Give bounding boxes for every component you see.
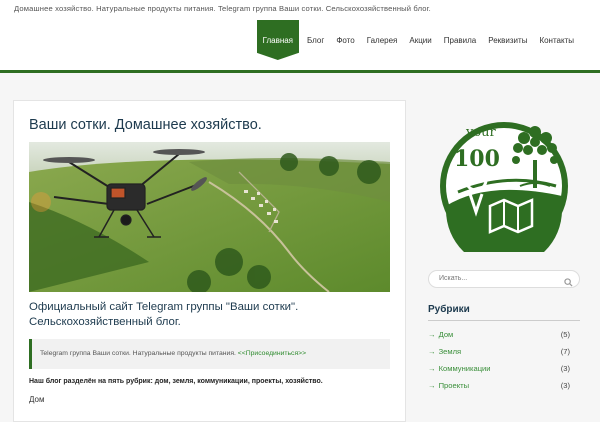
post-subtitle: Официальный сайт Telegram группы "Ваши с… (29, 301, 299, 328)
arrow-right-icon: → (428, 347, 436, 356)
category-label: Проекты (438, 381, 470, 390)
site-header: Домашнее хозяйство. Натуральные продукты… (0, 0, 600, 73)
quote-text: Telegram группа Ваши сотки. Натуральные … (40, 350, 236, 357)
post-card: Ваши сотки. Домашнее хозяйство. Официаль… (13, 100, 406, 422)
nav-item-contacts[interactable]: Контакты (535, 20, 578, 60)
arrow-right-icon: → (428, 330, 436, 339)
category-label: Дом (438, 330, 454, 339)
category-count: (5) (560, 330, 570, 339)
search-input[interactable] (437, 274, 559, 283)
nav-item-gallery[interactable]: Галерея (363, 20, 402, 60)
search-box (428, 270, 580, 288)
hero-image (29, 142, 390, 292)
nav-item-requisites[interactable]: Реквизиты (484, 20, 531, 60)
category-label: Земля (438, 347, 462, 356)
join-link[interactable]: <<Присоединиться>> (238, 350, 306, 357)
main-nav: Главная Блог Фото Галерея Акции Правила … (253, 20, 578, 60)
post-rubrics-text: Наш блог разделён на пять рубрик: дом, з… (29, 378, 323, 385)
logo-graphic: your 100 (440, 122, 568, 268)
nav-item-home[interactable]: Главная (256, 20, 300, 60)
nav-item-rules[interactable]: Правила (440, 20, 480, 60)
arrow-right-icon: → (428, 381, 436, 390)
category-item[interactable]: → Проекты (3) (428, 381, 570, 398)
nav-item-blog[interactable]: Блог (303, 20, 328, 60)
drone-landscape-illustration (29, 142, 390, 292)
sidebar-title: Рубрики (428, 304, 470, 315)
site-tagline: Домашнее хозяйство. Натуральные продукты… (14, 4, 431, 13)
search-icon[interactable] (564, 274, 573, 292)
category-item[interactable]: → Земля (7) (428, 347, 570, 364)
logo-word: your (465, 125, 497, 140)
nav-item-photo[interactable]: Фото (332, 20, 358, 60)
category-count: (3) (560, 364, 570, 373)
telegram-quote: Telegram группа Ваши сотки. Натуральные … (29, 339, 390, 369)
post-title: Ваши сотки. Домашнее хозяйство. (29, 117, 262, 133)
sidebar-divider (428, 320, 580, 321)
category-item[interactable]: → Коммуникации (3) (428, 364, 570, 381)
nav-item-promotions[interactable]: Акции (405, 20, 435, 60)
arrow-right-icon: → (428, 364, 436, 373)
category-label: Коммуникации (438, 364, 491, 373)
logo-number: 100 (454, 146, 500, 172)
site-logo[interactable]: your 100 (428, 120, 580, 268)
category-item[interactable]: → Дом (5) (428, 330, 570, 347)
category-count: (3) (560, 381, 570, 390)
category-count: (7) (560, 347, 570, 356)
category-list: → Дом (5) → Земля (7) → Коммуникации (3) → П… (428, 330, 570, 398)
